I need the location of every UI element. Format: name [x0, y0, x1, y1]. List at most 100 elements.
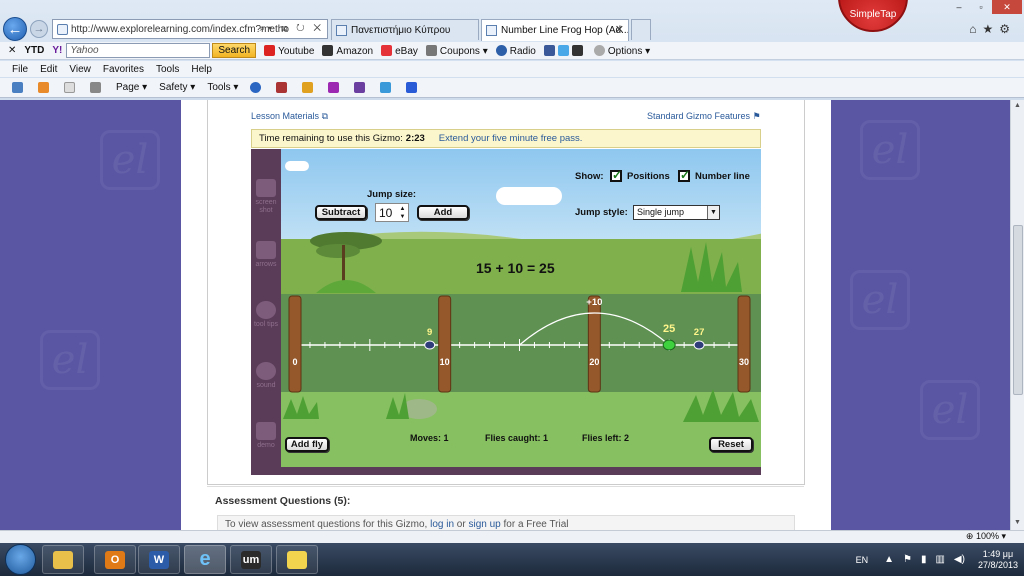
lesson-materials-link[interactable]: Lesson Materials ⧉: [251, 111, 328, 122]
cmd-tools[interactable]: Tools ▾: [207, 82, 238, 93]
clock-date: 27/8/2013: [977, 559, 1018, 570]
onenote-linked-icon[interactable]: [354, 82, 366, 93]
timer-label: Time remaining to use this Gizmo:: [259, 133, 403, 144]
address-bar[interactable]: http://www.explorelearning.com/index.cfm…: [52, 19, 328, 39]
toolbar-link-youtube[interactable]: Youtube: [264, 44, 314, 57]
yahoo-search-input[interactable]: Yahoo: [66, 43, 211, 58]
signup-link[interactable]: sign up: [468, 519, 500, 530]
toolbar-options[interactable]: Options ▾: [593, 44, 650, 57]
toolbar-link-radio[interactable]: Radio: [495, 44, 536, 57]
back-button[interactable]: ←: [3, 17, 27, 41]
toolbar-close-icon[interactable]: ✕: [8, 45, 16, 56]
login-link[interactable]: log in: [430, 519, 454, 530]
skype-icon[interactable]: [380, 82, 392, 93]
gizmo-stage: Jump size: Subtract 10 ▲▼ Add Show: Posi…: [281, 149, 761, 467]
menu-tools[interactable]: Tools: [156, 64, 179, 75]
taskbar-outlook[interactable]: O: [94, 545, 136, 574]
ytd-logo[interactable]: YTD: [24, 45, 44, 56]
settings-gear-icon[interactable]: ⚙: [999, 22, 1016, 36]
cmd-safety[interactable]: Safety ▾: [159, 82, 195, 93]
search-button[interactable]: Search: [212, 43, 257, 58]
screenshot-button[interactable]: screen shot: [251, 179, 281, 215]
tab-label: Πανεπιστήμιο Κύπρου: [351, 24, 451, 36]
tab-close-icon[interactable]: ✕: [615, 23, 624, 36]
um-icon: um: [241, 550, 261, 569]
tray-arrow-icon[interactable]: ▲: [884, 554, 894, 565]
battery-icon[interactable]: ▮: [921, 554, 927, 565]
fly-icon: [424, 340, 436, 350]
simpletap-badge[interactable]: SimpleTap: [838, 0, 908, 32]
scroll-down-icon[interactable]: ▼: [1014, 519, 1021, 526]
start-button[interactable]: [5, 544, 36, 575]
tooltips-button[interactable]: tool tips: [251, 301, 281, 329]
fence-post: [587, 295, 601, 393]
menu-edit[interactable]: Edit: [40, 64, 57, 75]
toolbar-link-ebay[interactable]: eBay: [381, 44, 418, 57]
word-icon: W: [149, 550, 169, 569]
maximize-icon[interactable]: ▫: [970, 0, 992, 14]
addon-icon[interactable]: [302, 82, 314, 93]
arrows-button[interactable]: arrows: [251, 241, 281, 269]
add-fly-button[interactable]: Add fly: [285, 437, 329, 452]
network-icon[interactable]: ▥: [935, 554, 944, 565]
volume-icon[interactable]: ◀): [954, 554, 965, 565]
notice-text: To view assessment questions for this Gi…: [225, 519, 428, 530]
new-tab-button[interactable]: [631, 19, 651, 40]
link-label: Amazon: [336, 45, 374, 57]
taskbar-word[interactable]: W: [138, 545, 180, 574]
research-icon[interactable]: [276, 82, 288, 93]
twitter-icon[interactable]: [557, 44, 569, 56]
pin-icon: ⚑: [752, 111, 761, 121]
reset-button[interactable]: Reset: [709, 437, 753, 452]
minimize-icon[interactable]: –: [948, 0, 970, 14]
timer-value: 2:23: [405, 133, 425, 144]
fence-post: [438, 295, 452, 393]
scroll-up-icon[interactable]: ▲: [1014, 102, 1021, 109]
youtube-icon: [264, 44, 276, 56]
home-cmd-icon[interactable]: [12, 82, 23, 93]
feeds-icon[interactable]: [38, 82, 49, 93]
facebook-icon[interactable]: [543, 44, 555, 56]
arrow-right-icon: →: [33, 23, 45, 35]
menu-view[interactable]: View: [69, 64, 91, 75]
print-icon[interactable]: [90, 82, 101, 93]
page-scrollbar[interactable]: ▲ ▼: [1010, 100, 1024, 530]
taskbar-explorer[interactable]: [42, 545, 84, 574]
close-window-icon[interactable]: ✕: [992, 0, 1022, 14]
sound-button[interactable]: sound: [251, 362, 281, 390]
toolbar-link-amazon[interactable]: Amazon: [322, 44, 374, 57]
clock[interactable]: 1:49 μμ 27/8/2013: [978, 549, 1018, 571]
scroll-thumb[interactable]: [1013, 225, 1023, 395]
yahoo-logo[interactable]: Y!: [52, 45, 62, 56]
forward-button[interactable]: →: [30, 20, 48, 38]
radio-icon: [495, 44, 507, 56]
flag-icon[interactable]: ⚑: [903, 554, 912, 565]
toolbar-link-coupons[interactable]: Coupons ▾: [425, 44, 488, 57]
menu-favorites[interactable]: Favorites: [103, 64, 144, 75]
frog-icon: [662, 339, 676, 351]
address-actions-icon[interactable]: ⌕▾ ⊠ ↻ ✕: [259, 23, 324, 34]
favorites-star-icon[interactable]: ★: [982, 22, 999, 36]
menu-help[interactable]: Help: [191, 64, 212, 75]
tab-frog-hop[interactable]: Number Line Frog Hop (Ad... ✕: [481, 19, 629, 41]
standard-features-link[interactable]: Standard Gizmo Features ⚑: [647, 111, 761, 122]
help-icon[interactable]: [250, 82, 262, 93]
extend-pass-link[interactable]: Extend your five minute free pass.: [439, 133, 583, 144]
taskbar-notes[interactable]: [276, 545, 318, 574]
taskbar-um[interactable]: um: [230, 545, 272, 574]
gizmo-sidebar: screen shot arrows tool tips sound demo: [251, 149, 281, 475]
demo-button[interactable]: demo: [251, 422, 281, 450]
taskbar-ie[interactable]: e: [184, 545, 226, 574]
zoom-control[interactable]: ⊕ 100% ▾: [966, 531, 1006, 542]
language-indicator[interactable]: EN: [856, 555, 869, 565]
fly-label: 9: [427, 327, 432, 338]
side-label: screen shot: [255, 199, 277, 214]
home-icon[interactable]: ⌂: [969, 22, 982, 36]
google-plus-icon[interactable]: [571, 44, 583, 56]
mail-icon[interactable]: [64, 82, 75, 93]
bluetooth-icon[interactable]: [406, 82, 418, 93]
tab-university[interactable]: Πανεπιστήμιο Κύπρου: [331, 19, 479, 40]
cmd-page[interactable]: Page ▾: [116, 82, 147, 93]
onenote-icon[interactable]: [328, 82, 340, 93]
menu-file[interactable]: File: [12, 64, 28, 75]
